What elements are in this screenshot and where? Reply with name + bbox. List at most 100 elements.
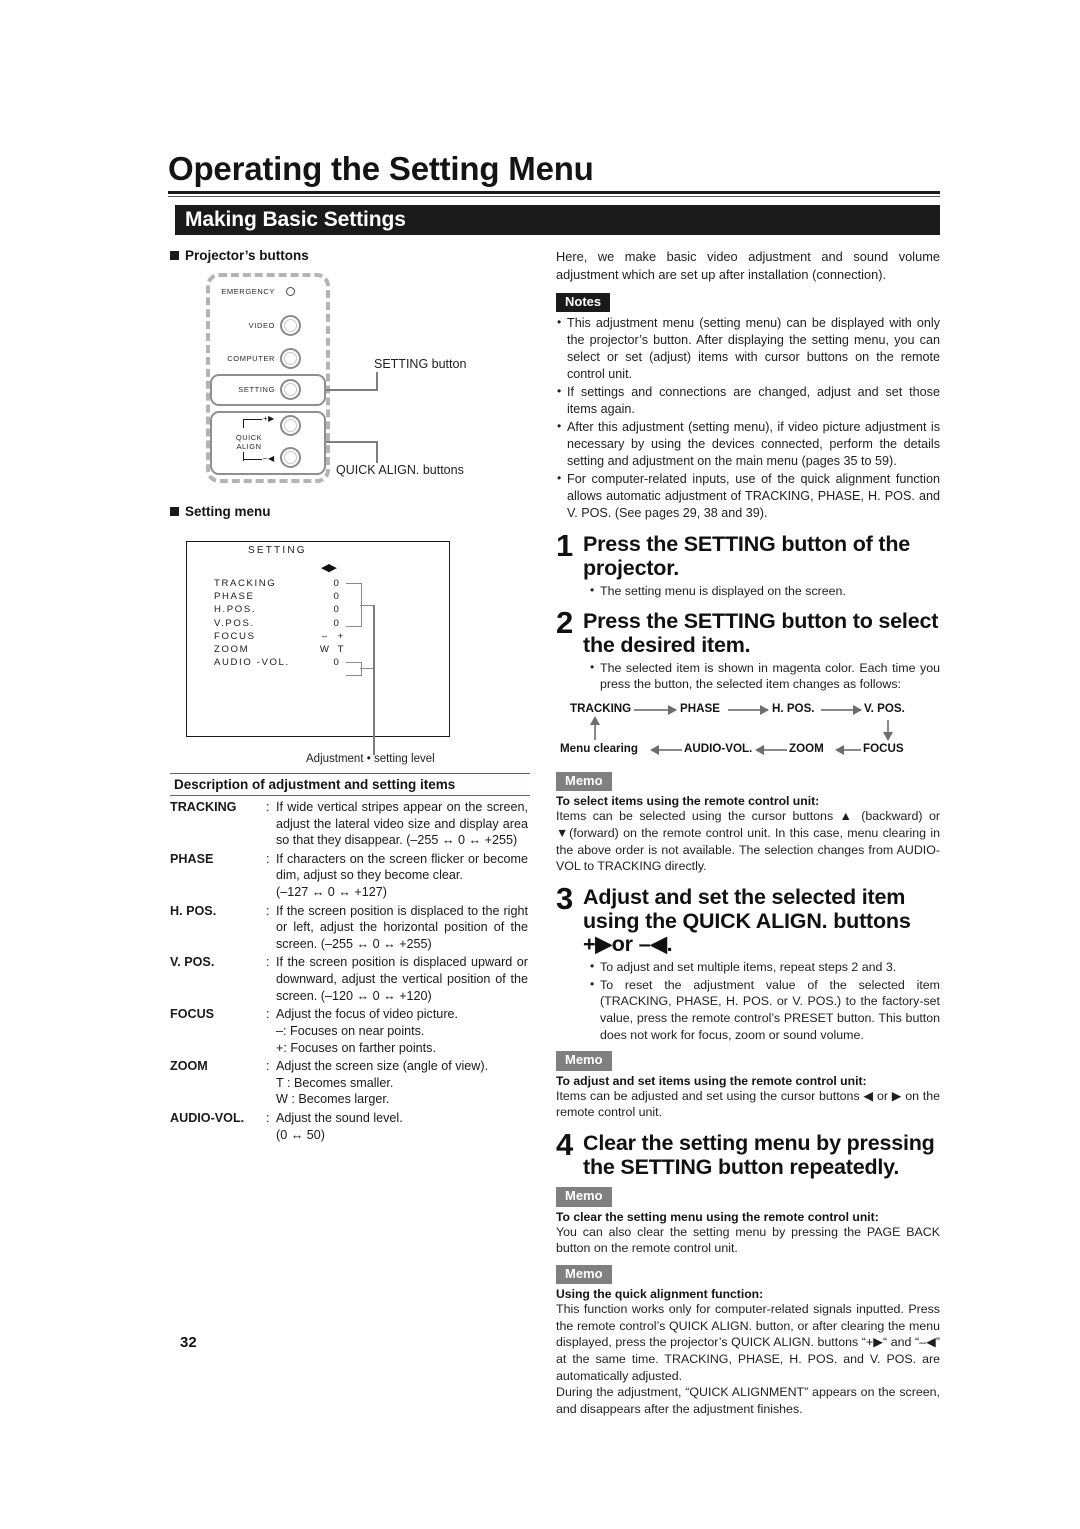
desc-cell-audiovol: Adjust the sound level. (0 ↔ 50) (276, 1110, 528, 1145)
step-2-title: Press the SETTING button to select the d… (583, 609, 939, 658)
projector-label-computer: COMPUTER (227, 354, 275, 363)
list-item: For computer-related inputs, use of the … (556, 470, 940, 522)
osd-value-audiovol: 0 (333, 657, 340, 669)
osd-value-zoom: WT (318, 643, 358, 656)
title-rule-thin (168, 195, 940, 198)
desc-term-vpos: V. POS. (170, 955, 215, 970)
osd-caption: Adjustment • setting level (306, 753, 435, 765)
memo-title-4: Using the quick alignment function: (556, 1287, 764, 1302)
step-1-title: Press the SETTING button of the projecto… (583, 532, 911, 580)
projector-row-setting[interactable]: SETTING (206, 379, 330, 400)
desc-colon-2: : (266, 903, 270, 918)
list-item: The selected item is shown in magenta co… (589, 659, 940, 693)
osd-item-hpos: H.POS. (214, 604, 257, 616)
memo-badge-2: Memo (556, 1051, 612, 1071)
memo-title-1: To select items using the remote control… (556, 794, 820, 809)
right-column: Here, we make basic video adjustment and… (556, 248, 940, 1417)
memo-body-4b: During the adjustment, “QUICK ALIGNMENT”… (556, 1385, 940, 1416)
flow-node-audiovol: AUDIO-VOL. (684, 742, 753, 756)
document-page: Operating the Setting Menu Making Basic … (0, 0, 1080, 1529)
desc-extra-zoom-1: W : Becomes larger. (276, 1092, 390, 1107)
callout-quick-align-buttons: QUICK ALIGN. buttons (336, 463, 464, 477)
osd-item-phase: PHASE (214, 591, 255, 603)
memo-body-4: This function works only for computer-re… (556, 1302, 940, 1383)
flow-arrow-up-head-icon (590, 716, 600, 726)
setting-menu-osd-figure: SETTING ◀▶ TRACKING PHASE H.POS. V.POS. … (170, 525, 530, 773)
step-2-number: 2 (556, 605, 574, 641)
step-1-number: 1 (556, 528, 574, 564)
callout-line-setting-v (376, 372, 378, 390)
page-number: 32 (180, 1334, 197, 1351)
osd-item-names: TRACKING PHASE H.POS. V.POS. FOCUS ZOOM … (214, 577, 290, 669)
projector-label-setting: SETTING (238, 385, 275, 394)
setting-menu-heading: Setting menu (170, 504, 530, 519)
flow-arrow-2-head-icon (760, 705, 769, 716)
step-2-sub: The selected item is shown in magenta co… (589, 659, 940, 693)
memo-badge-4: Memo (556, 1264, 612, 1285)
step-1: 1 Press the SETTING button of the projec… (556, 528, 940, 580)
memo-block-4: Memo Using the quick alignment function:… (556, 1264, 940, 1418)
osd-item-audiovol: AUDIO -VOL. (214, 657, 290, 669)
flow-arrow-6-head-icon (835, 745, 844, 756)
flow-node-vpos: V. POS. (864, 702, 905, 716)
memo-block-3: Memo To clear the setting menu using the… (556, 1187, 940, 1257)
memo-badge-1: Memo (556, 772, 612, 792)
projector-buttons-heading-label: Projector’s buttons (185, 248, 309, 263)
video-button-icon[interactable] (280, 315, 301, 336)
quick-align-minus-button-icon[interactable] (280, 447, 301, 468)
flow-arrow-up-line (594, 724, 596, 741)
desc-cell-phase: If characters on the screen flicker or b… (276, 851, 528, 903)
callout-line-quickalign-v (376, 441, 378, 463)
desc-text-zoom: Adjust the screen size (angle of view). (276, 1059, 489, 1074)
table-row: FOCUS : Adjust the focus of video pictur… (170, 1006, 528, 1058)
desc-colon-3: : (266, 955, 270, 970)
step-1-bullets: The setting menu is displayed on the scr… (589, 582, 940, 600)
step-2: 2 Press the SETTING button to select the… (556, 605, 940, 658)
list-item: If settings and connections are changed,… (556, 383, 940, 418)
projector-row-video[interactable]: VIDEO (206, 315, 330, 336)
memo-body-3: You can also clear the setting menu by p… (556, 1224, 940, 1256)
desc-term-zoom: ZOOM (170, 1059, 208, 1074)
list-item: This adjustment menu (setting menu) can … (556, 314, 940, 383)
callout-line-setting-h (326, 389, 378, 391)
title-block: Operating the Setting Menu (168, 150, 940, 198)
quick-align-plus-button-icon[interactable] (280, 415, 301, 436)
osd-cursor-icon: ◀▶ (321, 562, 337, 574)
desc-extra-focus-0: –: Focuses on near points. (276, 1023, 425, 1038)
list-item: After this adjustment (setting menu), if… (556, 418, 940, 470)
setting-button-icon[interactable] (280, 379, 301, 400)
flow-node-phase: PHASE (680, 702, 720, 716)
osd-value-focus-left: – (321, 630, 329, 642)
square-bullet-icon-2 (170, 507, 179, 516)
memo-title-2: To adjust and set items using the remote… (556, 1073, 867, 1088)
desc-cell-zoom: Adjust the screen size (angle of view). … (276, 1058, 528, 1110)
projector-row-quickalign-plus[interactable] (206, 415, 330, 436)
step-3-title: Adjust and set the selected item using t… (583, 884, 911, 957)
section-bar: Making Basic Settings (168, 205, 940, 235)
list-item: To reset the adjustment value of the sel… (589, 976, 940, 1044)
osd-value-zoom-right: T (337, 644, 345, 656)
table-row: PHASE : If characters on the screen flic… (170, 851, 528, 903)
osd-item-zoom: ZOOM (214, 644, 250, 656)
osd-value-hpos: 0 (333, 604, 340, 616)
projector-row-computer[interactable]: COMPUTER (206, 348, 330, 369)
osd-caption-line (373, 605, 375, 755)
flow-arrow-4-head-icon (650, 745, 659, 756)
flow-node-hpos: H. POS. (772, 702, 815, 716)
table-row: H. POS. : If the screen position is disp… (170, 903, 528, 955)
projector-label-emergency: EMERGENCY (221, 287, 275, 296)
flow-arrow-5-head-icon (755, 745, 764, 756)
page-title: Operating the Setting Menu (168, 150, 594, 187)
computer-button-icon[interactable] (280, 348, 301, 369)
flow-arrow-1-head-icon (668, 705, 677, 716)
step-4-title: Clear the setting menu by pressing the S… (583, 1130, 935, 1179)
flow-node-tracking: TRACKING (570, 702, 632, 716)
list-item: To adjust and set multiple items, repeat… (589, 958, 940, 976)
projector-row-quickalign-minus[interactable] (206, 447, 330, 468)
osd-value-focus: – + (318, 630, 358, 643)
left-column: Projector’s buttons EMERGENCY VIDEO COMP… (170, 248, 530, 1145)
description-heading: Description of adjustment and setting it… (170, 773, 530, 796)
desc-text-hpos: If the screen position is displaced to t… (276, 903, 528, 951)
description-table: TRACKING : If wide vertical stripes appe… (170, 799, 528, 1145)
osd-item-vpos: V.POS. (214, 617, 255, 629)
